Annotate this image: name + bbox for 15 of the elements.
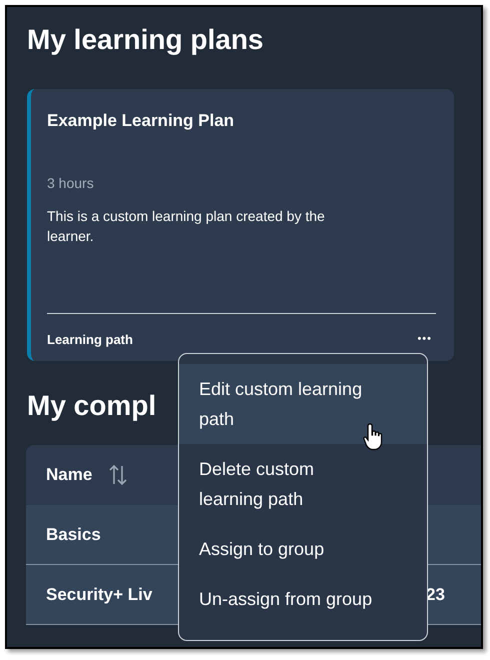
column-header: Name [46,464,92,486]
more-button[interactable]: ••• [413,331,436,348]
plan-description: This is a custom learning plan created by the learner. [47,207,326,246]
sort-icon[interactable] [108,464,128,486]
plan-title: Example Learning Plan [47,111,236,132]
menu-item[interactable]: Delete custom learning path [179,444,427,524]
menu-item[interactable]: Edit custom learning path [179,364,427,444]
menu-item[interactable]: Assign to group [179,524,427,574]
duration-text: 3 hours [47,174,95,194]
plan-type: Learning path [47,330,133,349]
section-heading: My compl [27,389,156,423]
menu-item[interactable]: Un-assign from group [179,574,427,624]
page-title: My learning plans [26,23,264,57]
table-cell-text: Basics [46,524,101,546]
table-cell-text: Security+ Liv [46,584,152,606]
